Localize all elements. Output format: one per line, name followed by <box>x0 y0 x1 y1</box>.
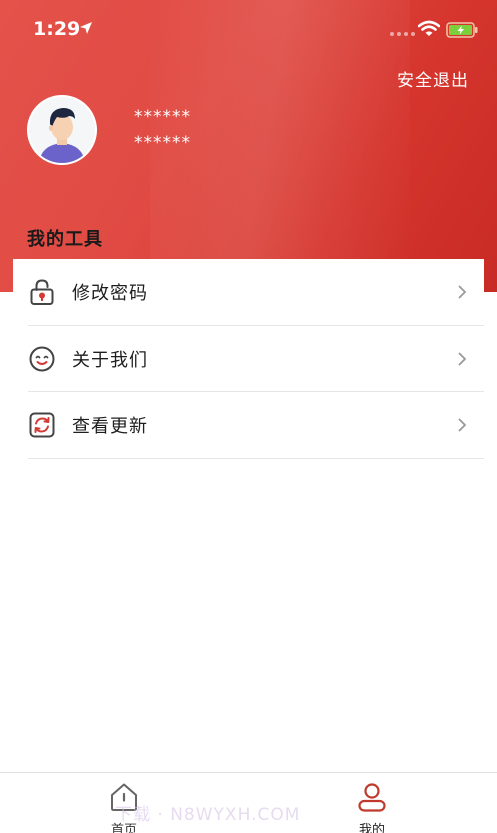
menu-item-label: 查看更新 <box>72 416 148 438</box>
tools-menu: 修改密码 关于我们 查看更新 <box>13 259 484 459</box>
status-time: 1:29 <box>33 18 81 40</box>
tab-label: 首页 <box>110 823 137 833</box>
lock-icon <box>30 279 54 306</box>
chevron-right-icon <box>458 418 467 432</box>
home-icon <box>111 783 137 811</box>
chevron-right-icon <box>458 352 467 366</box>
tab-mine[interactable]: 我的 <box>312 773 432 833</box>
battery-charging-icon <box>446 22 478 38</box>
menu-item-label: 修改密码 <box>72 283 148 305</box>
avatar-illustration <box>29 97 95 163</box>
user-name: ****** <box>134 107 191 127</box>
refresh-icon <box>29 412 55 438</box>
smile-icon <box>29 346 55 372</box>
menu-item-label: 关于我们 <box>72 349 148 371</box>
signal-icon <box>390 32 415 36</box>
menu-item-change-password[interactable]: 修改密码 <box>13 259 484 326</box>
menu-item-check-update[interactable]: 查看更新 <box>13 392 484 459</box>
chevron-right-icon <box>458 285 467 299</box>
tab-label: 我的 <box>358 823 385 833</box>
user-icon <box>358 783 386 812</box>
location-arrow-icon <box>80 22 92 34</box>
avatar <box>27 95 97 165</box>
tab-home[interactable]: 首页 <box>64 773 184 833</box>
section-title-tools: 我的工具 <box>27 229 103 250</box>
tab-bar: 首页 我的 <box>0 772 497 833</box>
logout-button[interactable]: 安全退出 <box>397 66 469 91</box>
profile-page: 1:29 安全退出 ****** ****** 我的工具 修改密码 关于我们 查… <box>0 0 497 833</box>
user-phone: ****** <box>134 133 191 153</box>
status-bar: 1:29 <box>0 0 497 60</box>
divider <box>28 457 484 459</box>
wifi-icon <box>418 20 440 36</box>
menu-item-about-us[interactable]: 关于我们 <box>13 326 484 392</box>
